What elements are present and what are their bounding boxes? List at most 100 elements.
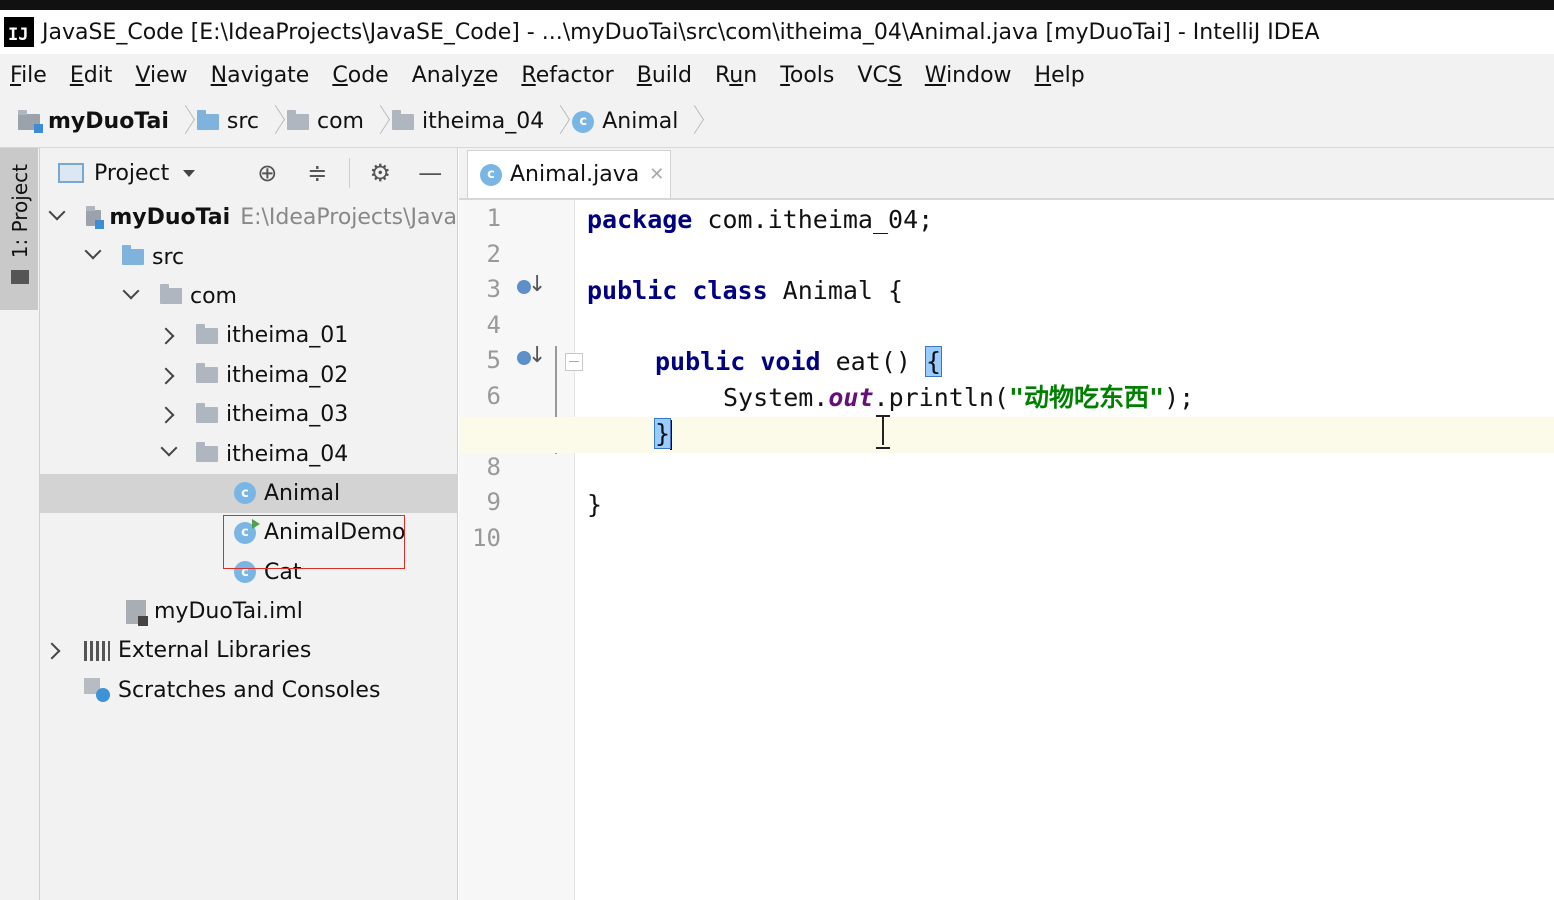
menu-item[interactable]: VCS bbox=[857, 63, 901, 88]
menu-item[interactable]: Navigate bbox=[211, 63, 310, 88]
package-folder-icon bbox=[196, 323, 218, 344]
tree-item-scratches[interactable]: Scratches and Consoles bbox=[40, 671, 457, 710]
keyword: package bbox=[587, 205, 693, 234]
chevron-down-icon[interactable] bbox=[183, 169, 196, 177]
project-tool-window-tab[interactable]: 1: Project bbox=[0, 148, 38, 310]
collapsed-arrow-icon[interactable] bbox=[162, 369, 176, 383]
package-folder-icon bbox=[160, 284, 182, 305]
collapsed-arrow-icon[interactable] bbox=[162, 408, 176, 422]
package-folder-icon bbox=[287, 109, 309, 130]
menu-bar: File Edit View Navigate Code Analyze Refactor B… bbox=[0, 54, 1554, 96]
collapse-all-icon[interactable]: ≑ bbox=[303, 159, 331, 187]
menu-item[interactable]: Refactor bbox=[521, 63, 613, 88]
expand-arrow-icon[interactable] bbox=[86, 247, 100, 261]
breadcrumb-label: src bbox=[226, 109, 259, 134]
menu-mnemonic: E bbox=[69, 62, 84, 88]
collapsed-arrow-icon[interactable] bbox=[162, 329, 176, 343]
menu-item[interactable]: Build bbox=[637, 63, 692, 88]
menu-label: e bbox=[484, 62, 499, 88]
tree-item-animal[interactable]: c Animal bbox=[40, 473, 457, 514]
menu-label: ools bbox=[789, 62, 835, 88]
menu-item[interactable]: Analyze bbox=[412, 63, 499, 88]
tree-item-myduotai[interactable]: myDuoTai E:\IdeaProjects\Java bbox=[40, 198, 457, 237]
overridden-method-icon[interactable] bbox=[517, 343, 546, 373]
code-line-9: } bbox=[587, 487, 602, 523]
project-view-icon bbox=[58, 163, 84, 183]
code-text: com.itheima_04; bbox=[692, 205, 934, 234]
expand-arrow-icon[interactable] bbox=[50, 208, 64, 222]
menu-item[interactable]: Code bbox=[332, 63, 388, 88]
tree-item-iml[interactable]: myDuoTai.iml bbox=[40, 592, 457, 631]
locate-crosshair-icon[interactable]: ⊕ bbox=[253, 159, 281, 187]
breadcrumb-separator bbox=[552, 105, 566, 139]
tree-item-label: itheima_01 bbox=[226, 323, 349, 349]
code-text: .println( bbox=[873, 383, 1009, 412]
menu-label: Analy bbox=[411, 62, 474, 88]
menu-mnemonic: S bbox=[887, 62, 902, 88]
project-view-selector[interactable]: Project bbox=[94, 161, 169, 186]
code-line-1: package com.itheima_04; bbox=[587, 202, 933, 238]
menu-item[interactable]: Tools bbox=[780, 63, 834, 88]
tree-item-com[interactable]: com bbox=[40, 277, 457, 316]
code-line-7: } bbox=[653, 416, 673, 452]
project-tree: myDuoTai E:\IdeaProjects\Java src com it… bbox=[40, 198, 457, 710]
static-field: out bbox=[828, 383, 874, 412]
expand-arrow-icon[interactable] bbox=[162, 444, 176, 458]
tree-item-external-libraries[interactable]: External Libraries bbox=[40, 631, 457, 670]
module-folder-icon bbox=[86, 205, 105, 229]
breadcrumb-separator bbox=[177, 105, 191, 139]
menu-mnemonic: B bbox=[636, 62, 652, 88]
tree-item-label: myDuoTai.iml bbox=[154, 599, 303, 625]
menu-mnemonic: T bbox=[780, 62, 790, 88]
breadcrumb-module[interactable]: myDuoTai bbox=[18, 105, 197, 139]
editor-gutter: 1 2 3 4 5 6 7 8 9 10 bbox=[459, 200, 583, 900]
tree-item-itheima-04[interactable]: itheima_04 bbox=[40, 434, 457, 473]
breadcrumb-separator bbox=[267, 105, 281, 139]
expand-arrow-icon[interactable] bbox=[124, 287, 138, 301]
menu-item[interactable]: Edit bbox=[70, 63, 113, 88]
module-folder-icon bbox=[18, 109, 43, 133]
folder-icon bbox=[11, 270, 29, 284]
breadcrumb-com[interactable]: com bbox=[287, 105, 392, 139]
breadcrumb-label: itheima_04 bbox=[422, 109, 545, 134]
matched-brace: } bbox=[653, 418, 672, 449]
code-line-3: public class Animal { bbox=[587, 273, 903, 309]
scratches-icon bbox=[84, 678, 110, 703]
hide-panel-icon[interactable]: — bbox=[416, 159, 444, 187]
window-title: JavaSE_Code [E:\IdeaProjects\JavaSE_Code… bbox=[42, 19, 1320, 45]
menu-mnemonic: H bbox=[1034, 62, 1052, 88]
menu-item[interactable]: Help bbox=[1035, 63, 1085, 88]
line-number: 2 bbox=[486, 240, 501, 268]
collapsed-arrow-icon[interactable] bbox=[48, 644, 62, 658]
menu-label: indow bbox=[946, 62, 1012, 88]
menu-item[interactable]: File bbox=[10, 63, 47, 88]
menu-mnemonic: N bbox=[210, 62, 228, 88]
tree-item-src[interactable]: src bbox=[40, 237, 457, 276]
gear-icon[interactable]: ⚙ bbox=[366, 159, 394, 187]
text-cursor-icon bbox=[873, 414, 893, 449]
breadcrumb-animal[interactable]: c Animal bbox=[572, 105, 706, 139]
menu-mnemonic: V bbox=[135, 62, 151, 88]
line-number: 10 bbox=[472, 524, 501, 552]
tree-item-itheima-03[interactable]: itheima_03 bbox=[40, 395, 457, 434]
breadcrumb-src[interactable]: src bbox=[196, 105, 287, 139]
breadcrumb-label: myDuoTai bbox=[48, 109, 169, 134]
tab-animal-java[interactable]: c Animal.java ✕ bbox=[467, 150, 671, 198]
menu-item[interactable]: Run bbox=[715, 63, 757, 88]
menu-label: dit bbox=[83, 62, 113, 88]
menu-item[interactable]: Window bbox=[925, 63, 1012, 88]
overridden-method-icon[interactable] bbox=[517, 272, 546, 302]
code-text: Animal { bbox=[767, 276, 904, 305]
code-area[interactable]: package com.itheima_04; public class Ani… bbox=[459, 200, 1554, 900]
class-icon: c bbox=[480, 163, 502, 186]
tree-item-label: itheima_04 bbox=[226, 441, 349, 467]
breadcrumb-itheima-04[interactable]: itheima_04 bbox=[392, 105, 572, 139]
class-icon: c bbox=[234, 482, 256, 505]
menu-item[interactable]: View bbox=[135, 63, 187, 88]
package-folder-icon bbox=[196, 442, 218, 463]
tree-item-itheima-01[interactable]: itheima_01 bbox=[40, 316, 457, 355]
tree-item-itheima-02[interactable]: itheima_02 bbox=[40, 356, 457, 395]
close-icon[interactable]: ✕ bbox=[649, 164, 664, 185]
code-text: System. bbox=[723, 383, 829, 412]
tree-item-label: Animal bbox=[264, 480, 341, 506]
